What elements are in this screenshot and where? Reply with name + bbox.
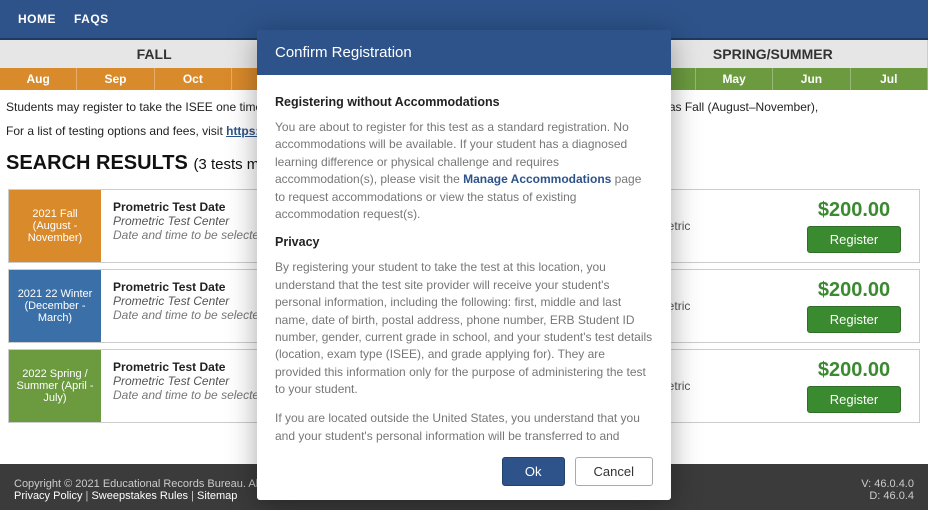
modal-footer: Ok Cancel bbox=[257, 447, 671, 500]
modal-p3: If you are located outside the United St… bbox=[275, 410, 653, 447]
modal-h2: Privacy bbox=[275, 235, 653, 249]
modal-h1: Registering without Accommodations bbox=[275, 95, 653, 109]
ok-button[interactable]: Ok bbox=[502, 457, 565, 486]
cancel-button[interactable]: Cancel bbox=[575, 457, 653, 486]
manage-accommodations-link[interactable]: Manage Accommodations bbox=[463, 172, 611, 186]
modal-body: Registering without Accommodations You a… bbox=[257, 75, 671, 447]
modal-p2: By registering your student to take the … bbox=[275, 259, 653, 398]
modal-title: Confirm Registration bbox=[257, 30, 671, 75]
modal-overlay: Confirm Registration Registering without… bbox=[0, 0, 928, 510]
modal-p1: You are about to register for this test … bbox=[275, 119, 653, 223]
confirm-registration-modal: Confirm Registration Registering without… bbox=[257, 30, 671, 500]
